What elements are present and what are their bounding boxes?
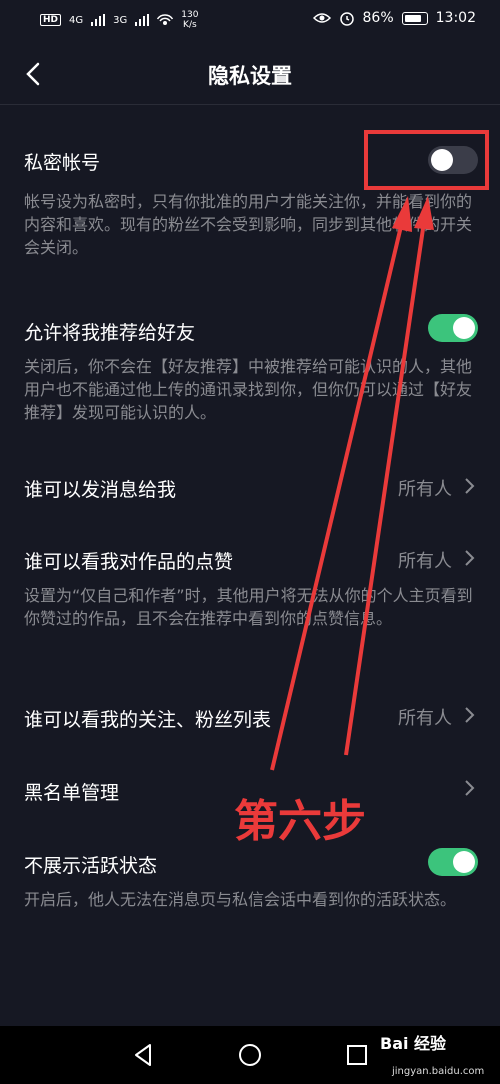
nav-back-icon[interactable] [130,1042,156,1068]
annotation-arrows [270,196,434,771]
annotation-step-label: 第六步 [234,796,366,847]
nav-recents-icon[interactable] [344,1042,370,1068]
watermark-url: jingyan.baidu.com [392,1066,485,1077]
watermark-brand: Bai 经验 [380,1034,447,1053]
nav-home-icon[interactable] [237,1042,263,1068]
annotation-arrow-left [270,196,412,771]
